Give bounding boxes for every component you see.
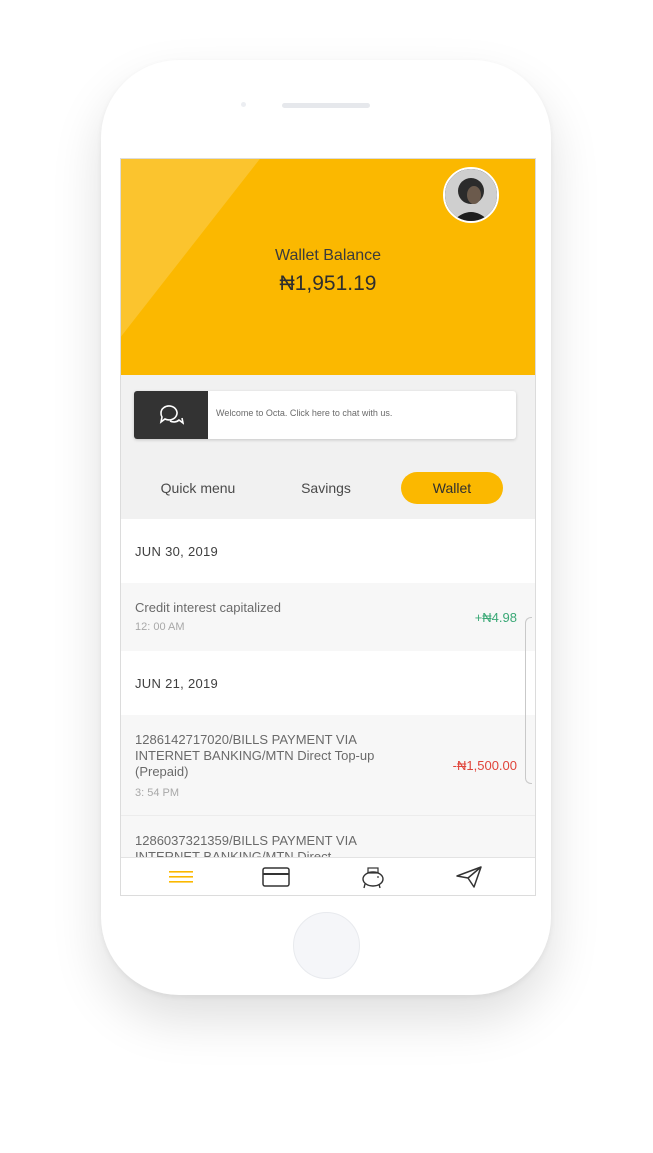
chat-banner-text: Welcome to Octa. Click here to chat with…	[216, 408, 393, 418]
transaction-list[interactable]: JUN 30, 2019 Credit interest capitalized…	[121, 519, 535, 857]
tab-quick-menu[interactable]: Quick menu	[139, 472, 257, 504]
date-header: JUN 21, 2019	[121, 651, 535, 715]
transaction-amount: +₦4.98	[474, 610, 517, 625]
tab-savings[interactable]: Savings	[267, 472, 385, 504]
bottom-navigation	[121, 857, 535, 895]
list-scrollbar[interactable]	[525, 617, 532, 784]
tab-wallet[interactable]: Wallet	[401, 472, 503, 504]
paper-plane-icon	[456, 866, 482, 888]
transaction-row[interactable]: 1286142717020/BILLS PAYMENT VIA INTERNET…	[121, 715, 535, 816]
app-screen: Wallet Balance ₦1,951.19 Welcome to Octa…	[120, 158, 536, 896]
piggy-bank-icon	[362, 867, 384, 889]
wallet-balance-label: Wallet Balance	[274, 247, 382, 264]
transaction-time: 12: 00 AM	[135, 621, 185, 633]
card-icon	[262, 867, 290, 887]
chat-bubbles-icon	[159, 405, 184, 425]
transaction-time: 3: 54 PM	[135, 787, 180, 799]
transaction-description: Credit interest capitalized	[135, 600, 281, 615]
hamburger-menu-icon	[169, 871, 193, 883]
nav-savings[interactable]	[353, 864, 393, 890]
date-header: JUN 30, 2019	[121, 519, 535, 583]
home-button[interactable]	[293, 912, 360, 979]
transaction-row[interactable]: 1286037321359/BILLS PAYMENT VIA INTERNET…	[121, 816, 535, 857]
transaction-description: 1286142717020/BILLS PAYMENT VIA INTERNET…	[135, 732, 375, 779]
transaction-amount: -₦1,500.00	[452, 758, 517, 773]
front-camera	[241, 102, 246, 107]
nav-cards[interactable]	[256, 864, 296, 890]
nav-menu[interactable]	[161, 864, 201, 890]
wallet-balance-amount: ₦1,951.19	[279, 272, 377, 295]
transaction-description: 1286037321359/BILLS PAYMENT VIA INTERNET…	[135, 833, 357, 857]
transaction-row[interactable]: Credit interest capitalized 12: 00 AM +₦…	[121, 583, 535, 652]
header-light-stripe	[121, 159, 291, 375]
nav-transfer[interactable]	[449, 864, 489, 890]
wallet-header: Wallet Balance ₦1,951.19	[121, 159, 535, 375]
avatar-photo-icon	[445, 169, 497, 221]
chat-banner[interactable]: Welcome to Octa. Click here to chat with…	[134, 391, 516, 439]
earpiece-speaker	[282, 103, 370, 108]
profile-avatar[interactable]	[443, 167, 499, 223]
chat-icon-box	[134, 391, 208, 439]
